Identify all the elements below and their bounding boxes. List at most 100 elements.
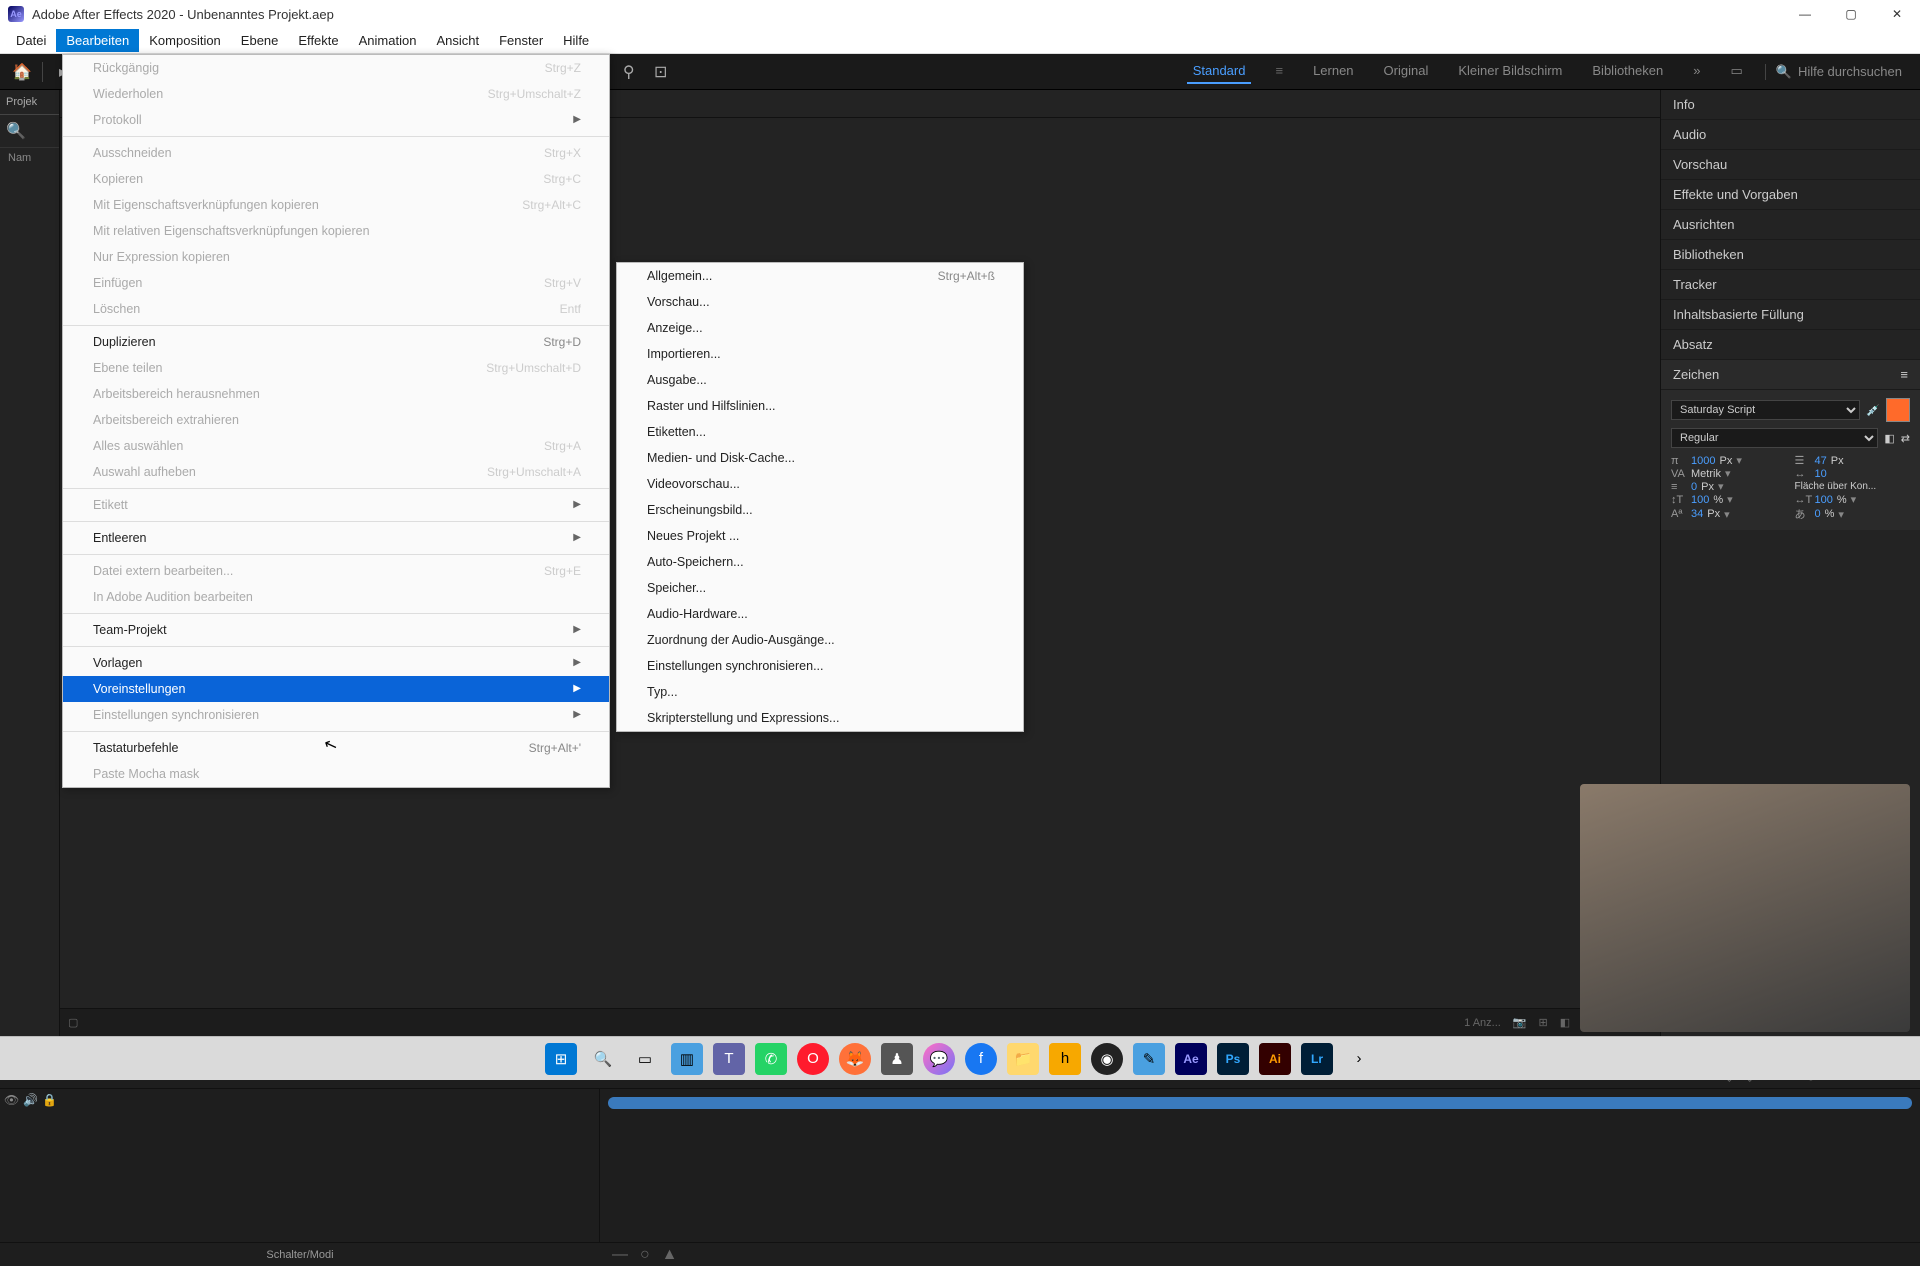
workspace-menu-icon[interactable]: ≡ xyxy=(1269,59,1289,84)
panel-ausrichten[interactable]: Ausrichten xyxy=(1661,210,1920,240)
taskbar-firefox-icon[interactable]: 🦊 xyxy=(839,1043,871,1075)
taskbar-app-icon[interactable]: ♟ xyxy=(881,1043,913,1075)
eyedropper-icon[interactable]: 💉 xyxy=(1866,404,1880,417)
prefs-submenu-item[interactable]: Skripterstellung und Expressions... xyxy=(617,705,1023,731)
panel-effekte[interactable]: Effekte und Vorgaben xyxy=(1661,180,1920,210)
hscale-value[interactable]: 100 xyxy=(1815,494,1833,506)
workspace-lernen[interactable]: Lernen xyxy=(1307,59,1359,84)
tl-footer-label[interactable]: Schalter/Modi xyxy=(0,1249,600,1261)
menu-fenster[interactable]: Fenster xyxy=(489,29,553,52)
viewer-display-dropdown[interactable]: 1 Anz... xyxy=(1464,1017,1501,1029)
close-button[interactable]: ✕ xyxy=(1874,0,1920,28)
workspace-kleiner[interactable]: Kleiner Bildschirm xyxy=(1452,59,1568,84)
kerning-value[interactable]: Metrik xyxy=(1691,468,1721,480)
viewer-ctrl-icon[interactable]: ▢ xyxy=(68,1016,78,1029)
minimize-button[interactable]: — xyxy=(1782,0,1828,28)
workspace-original[interactable]: Original xyxy=(1378,59,1435,84)
tsume-value[interactable]: 0 xyxy=(1815,508,1821,520)
workspace-standard[interactable]: Standard xyxy=(1187,59,1252,84)
taskbar-editor-icon[interactable]: ✎ xyxy=(1133,1043,1165,1075)
workspace-bibliotheken[interactable]: Bibliotheken xyxy=(1586,59,1669,84)
panel-vorschau[interactable]: Vorschau xyxy=(1661,150,1920,180)
stroke-swatch-icon[interactable]: ◧ xyxy=(1884,432,1894,445)
prefs-submenu-item[interactable]: Typ... xyxy=(617,679,1023,705)
help-search[interactable]: 🔍 Hilfe durchsuchen xyxy=(1765,64,1912,80)
prefs-submenu-item[interactable]: Einstellungen synchronisieren... xyxy=(617,653,1023,679)
prefs-submenu-item[interactable]: Audio-Hardware... xyxy=(617,601,1023,627)
panel-menu-icon[interactable]: ≡ xyxy=(1900,367,1908,382)
timeline-scrubber[interactable] xyxy=(608,1097,1912,1109)
menu-komposition[interactable]: Komposition xyxy=(139,29,231,52)
leading-value[interactable]: 47 xyxy=(1815,455,1827,467)
menu-effekte[interactable]: Effekte xyxy=(288,29,348,52)
prefs-submenu-item[interactable]: Allgemein...Strg+Alt+ß xyxy=(617,263,1023,289)
timeline-track-area[interactable] xyxy=(600,1089,1920,1242)
prefs-submenu-item[interactable]: Raster und Hilfslinien... xyxy=(617,393,1023,419)
edit-menu-item[interactable]: Entleeren▶ xyxy=(63,525,609,551)
stroke-width-value[interactable]: 0 xyxy=(1691,481,1697,493)
baseline-value[interactable]: 34 xyxy=(1691,508,1703,520)
tl-zoom-slider[interactable]: ○ xyxy=(640,1246,650,1264)
taskbar-opera-icon[interactable]: O xyxy=(797,1043,829,1075)
viewer-mask-icon[interactable]: ◧ xyxy=(1560,1016,1570,1029)
vscale-value[interactable]: 100 xyxy=(1691,494,1709,506)
panel-audio[interactable]: Audio xyxy=(1661,120,1920,150)
taskbar-tasks-icon[interactable]: ▭ xyxy=(629,1043,661,1075)
panel-absatz[interactable]: Absatz xyxy=(1661,330,1920,360)
prefs-submenu-item[interactable]: Auto-Speichern... xyxy=(617,549,1023,575)
panel-zeichen[interactable]: Zeichen≡ xyxy=(1661,360,1920,390)
font-style-select[interactable]: Regular xyxy=(1671,428,1878,448)
taskbar-desktops-icon[interactable]: ▥ xyxy=(671,1043,703,1075)
panel-info[interactable]: Info xyxy=(1661,90,1920,120)
maximize-button[interactable]: ▢ xyxy=(1828,0,1874,28)
snap2-icon[interactable]: ⊡ xyxy=(647,58,675,86)
prefs-submenu-item[interactable]: Anzeige... xyxy=(617,315,1023,341)
menu-datei[interactable]: Datei xyxy=(6,29,56,52)
eye-icon[interactable]: 👁 xyxy=(4,1093,19,1107)
edit-menu-item[interactable]: Voreinstellungen▶ xyxy=(63,676,609,702)
tl-zoom-out-icon[interactable]: — xyxy=(612,1246,628,1264)
viewer-camera-icon[interactable]: 📷 xyxy=(1513,1016,1527,1029)
font-family-select[interactable]: Saturday Script xyxy=(1671,400,1860,420)
menu-animation[interactable]: Animation xyxy=(349,29,427,52)
prefs-submenu-item[interactable]: Ausgabe... xyxy=(617,367,1023,393)
taskbar-honey-icon[interactable]: h xyxy=(1049,1043,1081,1075)
taskbar-search-icon[interactable]: 🔍 xyxy=(587,1043,619,1075)
panel-bibliotheken[interactable]: Bibliotheken xyxy=(1661,240,1920,270)
taskbar-explorer-icon[interactable]: 📁 xyxy=(1007,1043,1039,1075)
font-size-value[interactable]: 1000 xyxy=(1691,455,1715,467)
project-tab[interactable]: Projek xyxy=(0,90,59,115)
taskbar-obs-icon[interactable]: ◉ xyxy=(1091,1043,1123,1075)
taskbar-ps-icon[interactable]: Ps xyxy=(1217,1043,1249,1075)
prefs-submenu-item[interactable]: Vorschau... xyxy=(617,289,1023,315)
taskbar-messenger-icon[interactable]: 💬 xyxy=(923,1043,955,1075)
speaker-icon[interactable]: 🔊 xyxy=(23,1093,38,1107)
tracking-value[interactable]: 10 xyxy=(1815,468,1827,480)
snap-icon[interactable]: ⚲ xyxy=(615,58,643,86)
prefs-submenu-item[interactable]: Videovorschau... xyxy=(617,471,1023,497)
tl-zoom-in-icon[interactable]: ▲ xyxy=(662,1246,678,1264)
taskbar-teams-icon[interactable]: T xyxy=(713,1043,745,1075)
prefs-submenu-item[interactable]: Erscheinungsbild... xyxy=(617,497,1023,523)
fill-color-swatch[interactable] xyxy=(1886,398,1910,422)
edit-menu-item[interactable]: DuplizierenStrg+D xyxy=(63,329,609,355)
prefs-submenu-item[interactable]: Speicher... xyxy=(617,575,1023,601)
menu-ebene[interactable]: Ebene xyxy=(231,29,289,52)
menu-bearbeiten[interactable]: Bearbeiten xyxy=(56,29,139,52)
menu-hilfe[interactable]: Hilfe xyxy=(553,29,599,52)
prefs-submenu-item[interactable]: Neues Projekt ... xyxy=(617,523,1023,549)
prefs-submenu-item[interactable]: Medien- und Disk-Cache... xyxy=(617,445,1023,471)
workspace-overflow-icon[interactable]: » xyxy=(1687,59,1706,84)
taskbar-ae-icon[interactable]: Ae xyxy=(1175,1043,1207,1075)
workspace-panel-icon[interactable]: ▭ xyxy=(1724,59,1748,84)
edit-menu-item[interactable]: Team-Projekt▶ xyxy=(63,617,609,643)
taskbar-lr-icon[interactable]: Lr xyxy=(1301,1043,1333,1075)
stroke-align-value[interactable]: Fläche über Kon... xyxy=(1795,481,1877,492)
taskbar-whatsapp-icon[interactable]: ✆ xyxy=(755,1043,787,1075)
taskbar-ai-icon[interactable]: Ai xyxy=(1259,1043,1291,1075)
edit-menu-item[interactable]: Vorlagen▶ xyxy=(63,650,609,676)
taskbar-more-icon[interactable]: › xyxy=(1343,1043,1375,1075)
taskbar-facebook-icon[interactable]: f xyxy=(965,1043,997,1075)
prefs-submenu-item[interactable]: Importieren... xyxy=(617,341,1023,367)
viewer-grid-icon[interactable]: ⊞ xyxy=(1539,1016,1548,1029)
